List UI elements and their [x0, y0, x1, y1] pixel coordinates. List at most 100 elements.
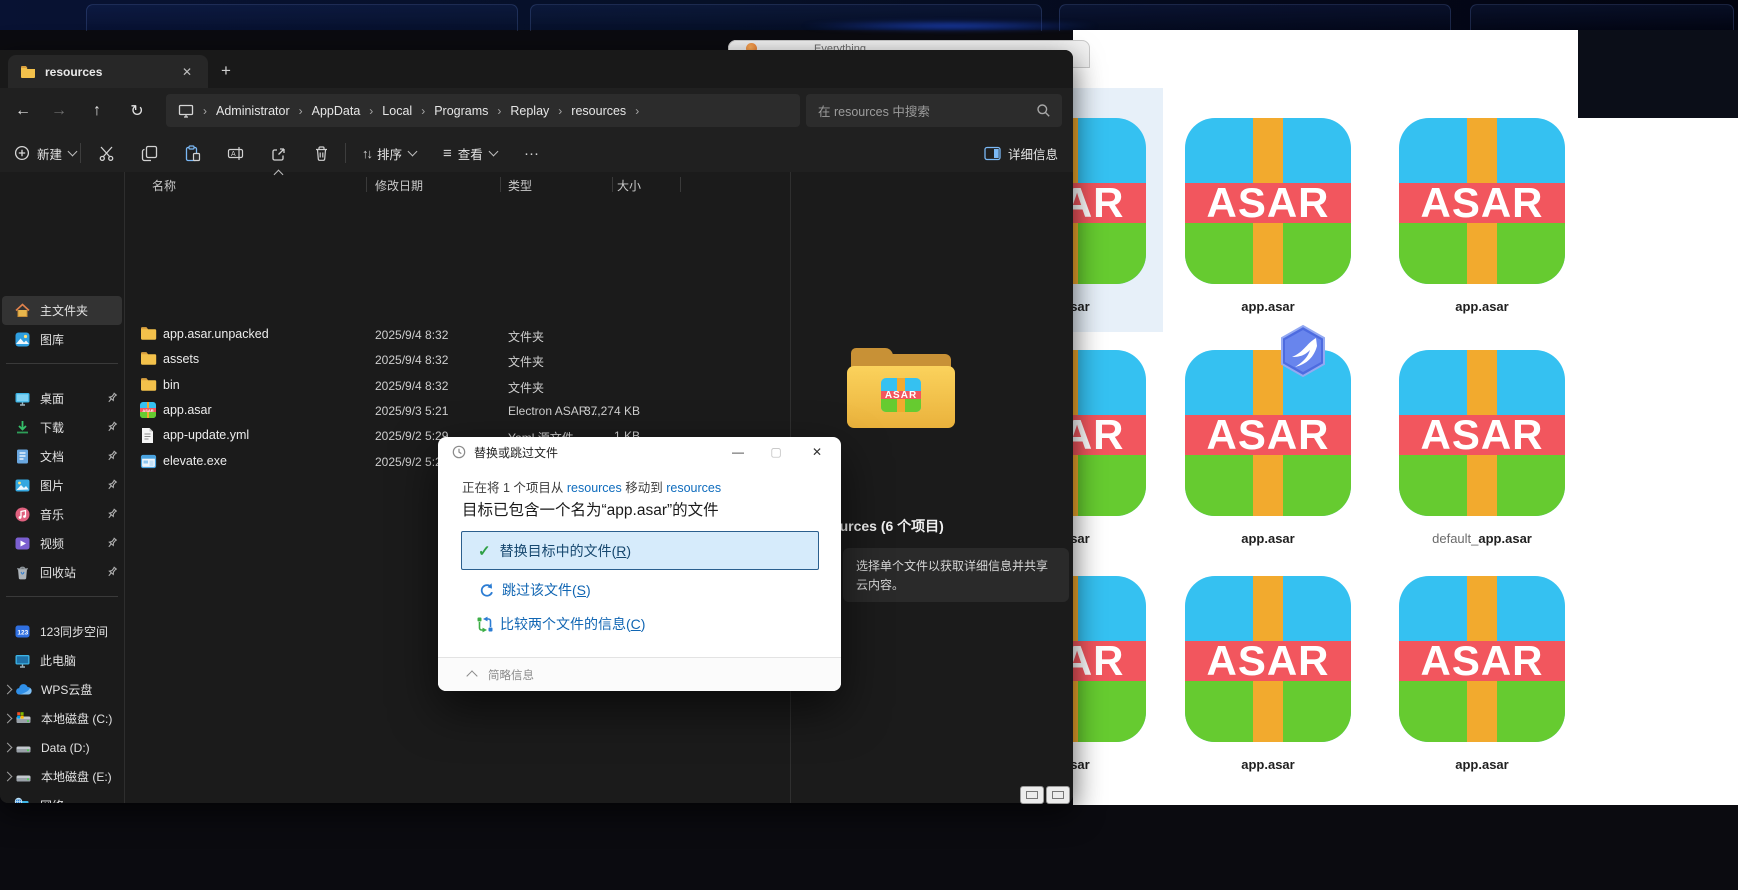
sidebar-item-本地磁盘 (C:)[interactable]: 本地磁盘 (C:) — [2, 704, 122, 733]
cut-button[interactable] — [92, 138, 121, 168]
breadcrumb-separator: › — [203, 104, 207, 118]
breadcrumb-item-programs[interactable]: Programs — [434, 104, 488, 118]
browser-ghost-tab-3[interactable] — [1470, 4, 1734, 31]
asar-file-icon[interactable]: ASAR — [1185, 118, 1351, 284]
sidebar-item-图库[interactable]: 图库 — [2, 325, 122, 354]
breadcrumb-item-resources[interactable]: resources — [571, 104, 626, 118]
sidebar-item-桌面[interactable]: 桌面 — [2, 384, 122, 413]
up-button[interactable]: ↑ — [82, 96, 112, 126]
dialog-footer-toggle[interactable]: 简略信息 — [438, 658, 841, 691]
breadcrumb-item-appdata[interactable]: AppData — [312, 104, 361, 118]
column-name[interactable]: 名称 — [152, 177, 176, 194]
sidebar-item-网络[interactable]: 网络 — [2, 791, 122, 803]
details-hint-text: 选择单个文件以获取详细信息并共享云内容。 — [856, 557, 1056, 594]
download-icon — [14, 419, 31, 436]
sidebar-item-123同步空间[interactable]: 123123同步空间 — [2, 617, 122, 646]
asar-file-icon[interactable]: ASAR — [1185, 576, 1351, 742]
breadcrumb-item-local[interactable]: Local — [382, 104, 412, 118]
asar-file-label[interactable]: app.asar — [1392, 299, 1572, 314]
expand-chevron-icon[interactable] — [3, 714, 13, 724]
asar-file-icon[interactable]: ASAR — [1399, 118, 1565, 284]
sidebar-item-图片[interactable]: 图片 — [2, 471, 122, 500]
dialog-close-button[interactable]: ✕ — [800, 437, 834, 467]
column-headers: 名称 修改日期 类型 大小 — [135, 174, 790, 196]
replace-file-option[interactable]: ✓ 替换目标中的文件(R) — [461, 531, 819, 570]
breadcrumb-item-administrator[interactable]: Administrator — [216, 104, 290, 118]
mini-widget-right[interactable] — [1046, 786, 1070, 804]
file-row-assets[interactable]: assets2025/9/4 8:32文件夹 — [135, 347, 790, 372]
sidebar-item-主文件夹[interactable]: 主文件夹 — [2, 296, 122, 325]
view-button[interactable]: ≡ 查看 — [437, 138, 503, 168]
asar-file-icon[interactable]: ASAR — [1399, 576, 1565, 742]
refresh-button[interactable]: ↻ — [122, 96, 152, 126]
asar-file-label[interactable]: app.asar — [1073, 531, 1153, 546]
expand-chevron-icon[interactable] — [3, 772, 13, 782]
expand-chevron-icon[interactable] — [3, 743, 13, 753]
back-button[interactable]: ← — [8, 96, 38, 126]
details-pane-button[interactable]: 详细信息 — [978, 138, 1064, 168]
tab-close-icon[interactable]: ✕ — [178, 63, 196, 81]
sidebar-item-本地磁盘 (E:)[interactable]: 本地磁盘 (E:) — [2, 762, 122, 791]
copy-button[interactable] — [135, 138, 164, 168]
asar-file-icon[interactable]: ASAR — [1073, 350, 1146, 516]
asar-file-icon: ASAR — [140, 402, 157, 419]
sidebar-item-此电脑[interactable]: 此电脑 — [2, 646, 122, 675]
delete-button[interactable] — [307, 138, 336, 168]
new-button[interactable]: 新建 — [8, 138, 82, 168]
search-icon[interactable] — [1036, 103, 1051, 118]
search-input[interactable]: 在 resources 中搜索 — [806, 94, 1062, 127]
sidebar-item-label: 文档 — [40, 448, 64, 465]
target-link[interactable]: resources — [666, 481, 721, 495]
skip-file-option[interactable]: 跳过该文件(S) — [478, 580, 591, 600]
asar-file-icon[interactable]: ASAR — [1399, 350, 1565, 516]
sidebar-item-文档[interactable]: 文档 — [2, 442, 122, 471]
source-link[interactable]: resources — [567, 481, 622, 495]
browser-ghost-tab-0[interactable] — [86, 4, 518, 31]
paste-button[interactable] — [178, 138, 207, 168]
skip-icon — [478, 582, 495, 599]
expand-chevron-icon[interactable] — [3, 685, 13, 695]
asar-file-label[interactable]: app.asar — [1178, 531, 1358, 546]
sidebar-divider — [6, 363, 118, 364]
new-tab-button[interactable]: + — [214, 58, 238, 84]
thispc-icon — [14, 652, 31, 669]
breadcrumb[interactable]: ›Administrator›AppData›Local›Programs›Re… — [166, 94, 800, 127]
mini-widget-left[interactable] — [1020, 786, 1044, 804]
browser-ghost-tab-2[interactable] — [1059, 4, 1451, 31]
asar-file-label[interactable]: app.asar — [1073, 299, 1153, 314]
forward-button[interactable]: → — [44, 96, 74, 126]
explorer-tab-resources[interactable]: resources ✕ — [8, 55, 208, 88]
share-button[interactable] — [264, 138, 293, 168]
asar-file-label[interactable]: app.asar — [1073, 757, 1153, 772]
asar-file-label[interactable]: app.asar — [1178, 299, 1358, 314]
sidebar-item-WPS云盘[interactable]: WPS云盘 — [2, 675, 122, 704]
dialog-minimize-button[interactable]: — — [721, 437, 755, 467]
sidebar-item-label: 123同步空间 — [40, 623, 108, 640]
more-button[interactable]: ··· — [518, 138, 545, 168]
everything-results-panel: ASAR app.asar ASAR app.asar ASAR app.asar ASAR… — [1073, 30, 1738, 805]
column-size[interactable]: 大小 — [617, 177, 641, 194]
dialog-maximize-button[interactable]: ▢ — [759, 437, 793, 467]
sidebar-item-音乐[interactable]: 音乐 — [2, 500, 122, 529]
asar-file-label[interactable]: default_app.asar — [1392, 531, 1572, 546]
compare-files-option[interactable]: 比较两个文件的信息(C) — [476, 614, 645, 634]
asar-file-label[interactable]: app.asar — [1178, 757, 1358, 772]
sidebar-item-下载[interactable]: 下载 — [2, 413, 122, 442]
sidebar-item-视频[interactable]: 视频 — [2, 529, 122, 558]
file-row-bin[interactable]: bin2025/9/4 8:32文件夹 — [135, 373, 790, 398]
sidebar-item-Data (D:)[interactable]: Data (D:) — [2, 733, 122, 762]
file-name: app-update.yml — [163, 428, 249, 442]
rename-button[interactable]: A — [221, 138, 250, 168]
dialog-titlebar[interactable]: 替换或跳过文件 — ▢ ✕ — [438, 437, 841, 467]
file-row-app.asar.unpacked[interactable]: app.asar.unpacked2025/9/4 8:32文件夹 — [135, 322, 790, 347]
file-row-app.asar[interactable]: ASARapp.asar2025/9/3 5:21Electron ASAR .… — [135, 398, 790, 423]
breadcrumb-item-replay[interactable]: Replay — [510, 104, 549, 118]
asar-file-label[interactable]: app.asar — [1392, 757, 1572, 772]
column-date[interactable]: 修改日期 — [375, 177, 423, 194]
asar-file-icon[interactable]: ASAR — [1073, 118, 1146, 284]
tab-label: resources — [45, 65, 102, 79]
asar-file-icon[interactable]: ASAR — [1073, 576, 1146, 742]
column-type[interactable]: 类型 — [508, 177, 532, 194]
sidebar-item-回收站[interactable]: 回收站 — [2, 558, 122, 587]
sort-button[interactable]: ↑↓ 排序 — [356, 138, 422, 168]
